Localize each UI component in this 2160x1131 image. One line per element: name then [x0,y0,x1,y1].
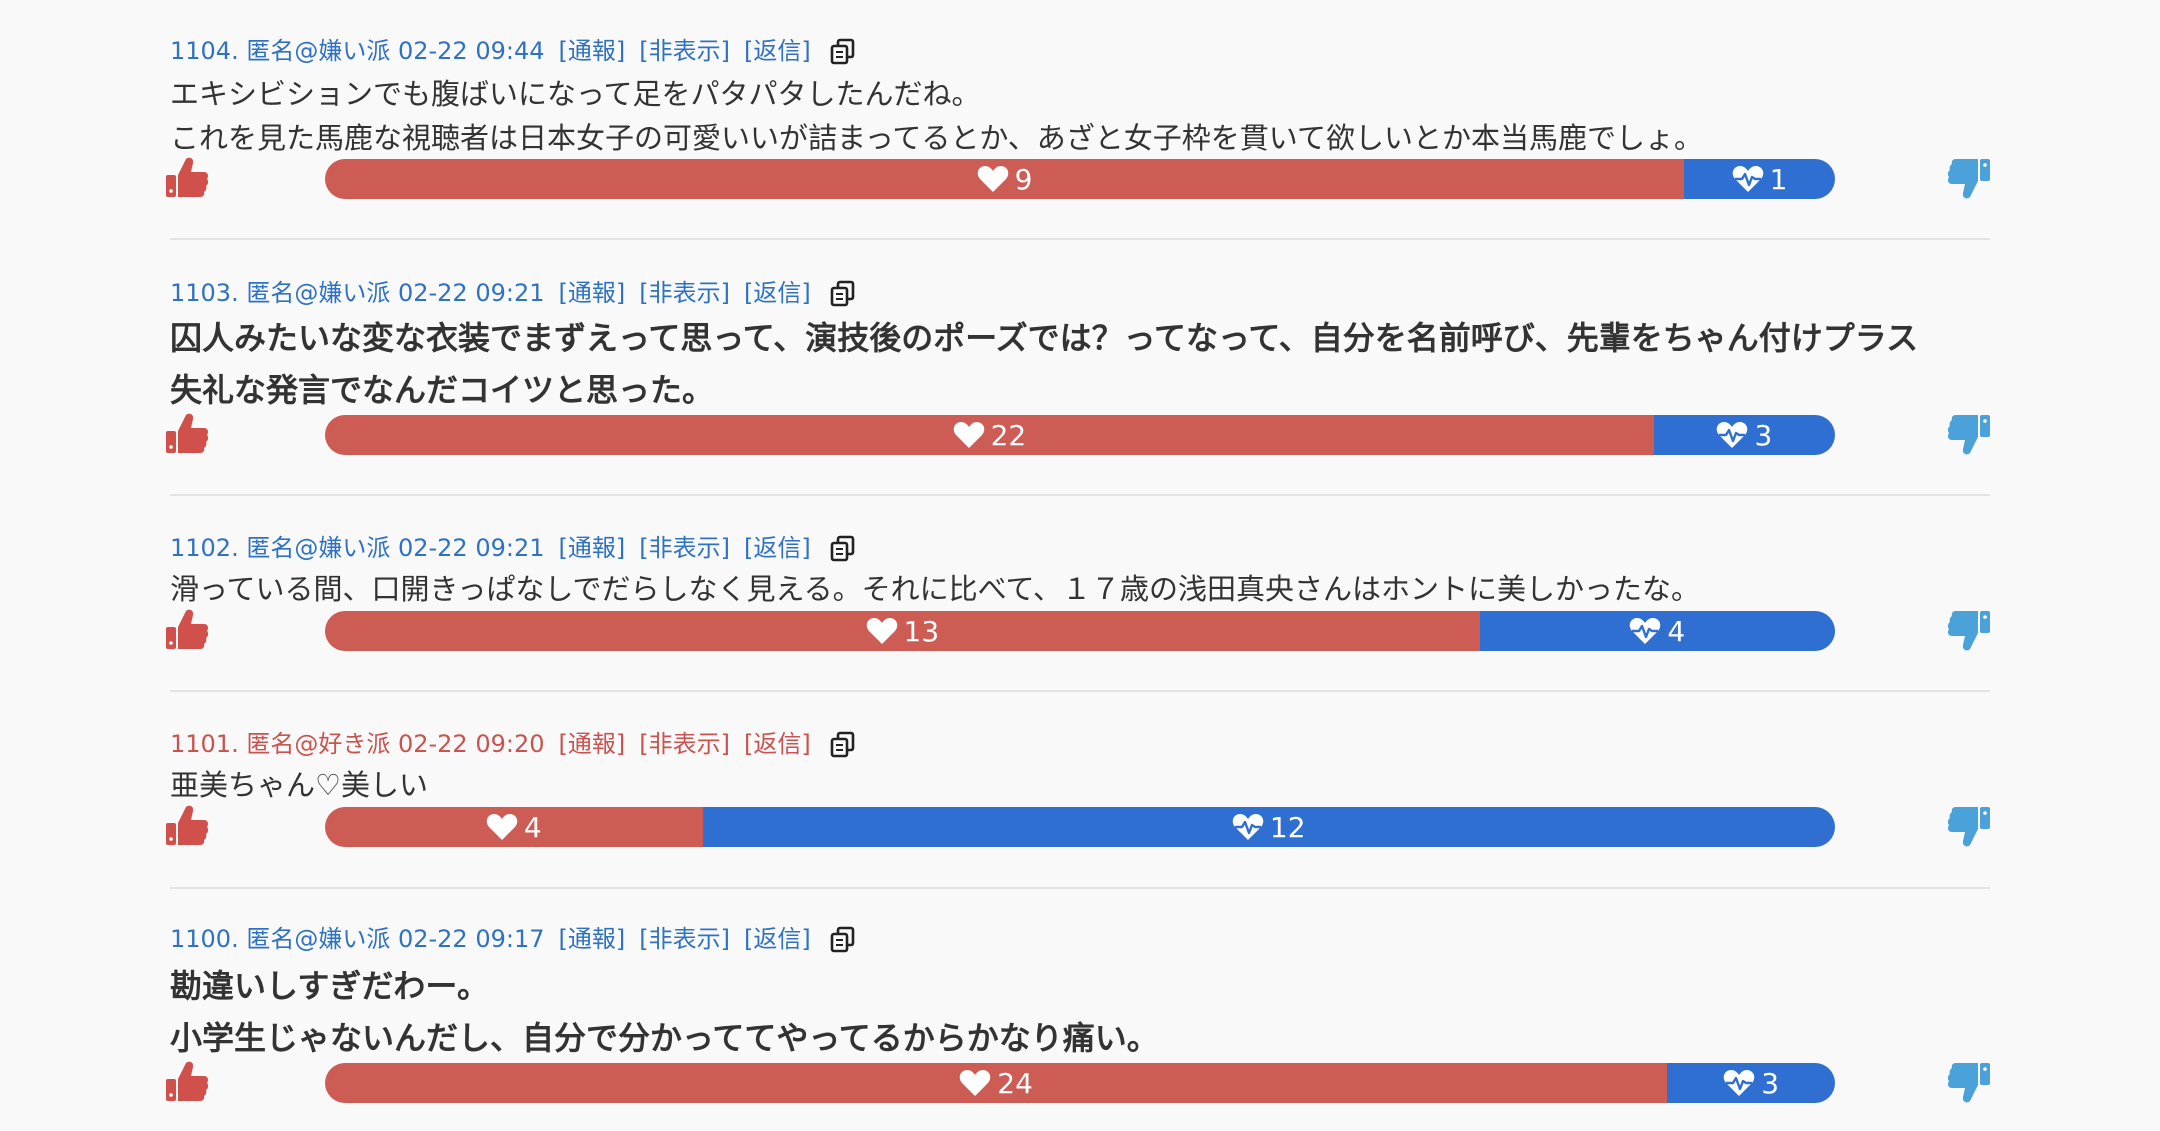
copy-icon[interactable] [829,730,857,758]
reply-link[interactable]: [返信] [744,278,811,308]
post-body-line: これを見た馬鹿な視聴者は日本女子の可愛いいが詰まってるとか、あざと女子枠を貫いて… [170,121,1703,155]
post-list: 1104. 匿名@嫌い派 02-22 09:44 [通報] [非表示] [返信] エキシ… [0,0,2160,1131]
like-count: 4 [523,810,542,844]
report-link[interactable]: [通報] [559,278,626,308]
post-body-line: 囚人みたいな変な衣装でまずえって思って、演技後のポーズでは？ってなって、自分を名… [170,319,1919,357]
copy-icon[interactable] [829,534,857,562]
heart-pulse-icon [1723,1069,1761,1097]
reply-link[interactable]: [返信] [744,36,811,66]
heart-icon [866,617,904,645]
thumbs-up-icon[interactable] [164,411,210,457]
hide-link[interactable]: [非表示] [639,36,730,66]
copy-icon[interactable] [829,37,857,65]
like-segment[interactable]: 4 [325,807,703,847]
dislike-count: 12 [1269,810,1306,844]
vote-bar: 24 3 [325,1063,1835,1103]
post-header: 1100. 匿名@嫌い派 02-22 09:17 [通報] [非表示] [返信] [170,924,857,954]
dislike-segment[interactable]: 12 [702,807,1835,847]
post-body-line: 滑っている間、口開きっぱなしでだらしなく見える。それに比べて、１７歳の浅田真央さ… [170,572,1701,606]
post-body: 囚人みたいな変な衣装でまずえって思って、演技後のポーズでは？ってなって、自分を名… [170,312,2010,416]
copy-icon[interactable] [829,925,857,953]
thumbs-down-icon[interactable] [1946,607,1992,653]
post-body: 勘違いしすぎだわー。小学生じゃないんだし、自分で分かっててやってるからかなり痛い… [170,960,2010,1064]
post-header: 1102. 匿名@嫌い派 02-22 09:21 [通報] [非表示] [返信] [170,533,857,563]
hide-link[interactable]: [非表示] [639,278,730,308]
heart-icon [977,165,1015,193]
thumbs-down-icon[interactable] [1946,1059,1992,1105]
like-segment[interactable]: 9 [325,159,1684,199]
vote-bar: 22 3 [325,415,1835,455]
post-body-line: 失礼な発言でなんだコイツと思った。 [170,371,715,409]
reply-link[interactable]: [返信] [744,729,811,759]
like-segment[interactable]: 24 [325,1063,1668,1103]
report-link[interactable]: [通報] [559,533,626,563]
heart-pulse-icon [1629,617,1667,645]
heart-icon [959,1069,997,1097]
thumbs-up-icon[interactable] [164,607,210,653]
heart-pulse-icon [1232,813,1270,841]
report-link[interactable]: [通報] [559,36,626,66]
thumbs-down-icon[interactable] [1946,411,1992,457]
vote-bar: 13 4 [325,611,1835,651]
dislike-segment[interactable]: 4 [1479,611,1835,651]
post-body-line: 亜美ちゃん♡美しい [170,768,428,802]
like-count: 9 [1014,162,1033,196]
post-divider [170,238,1990,240]
post-body-line: 小学生じゃないんだし、自分で分かっててやってるからかなり痛い。 [170,1019,1159,1057]
post-divider [170,887,1990,889]
post-header: 1104. 匿名@嫌い派 02-22 09:44 [通報] [非表示] [返信] [170,36,857,66]
dislike-count: 3 [1754,418,1773,452]
thumbs-up-icon[interactable] [164,155,210,201]
like-count: 13 [903,614,940,648]
vote-bar: 4 12 [325,807,1835,847]
post-meta: 1103. 匿名@嫌い派 02-22 09:21 [170,279,545,307]
hide-link[interactable]: [非表示] [639,533,730,563]
report-link[interactable]: [通報] [559,729,626,759]
heart-pulse-icon [1716,421,1754,449]
post-divider [170,494,1990,496]
reply-link[interactable]: [返信] [744,533,811,563]
heart-pulse-icon [1732,165,1770,193]
post-header: 1103. 匿名@嫌い派 02-22 09:21 [通報] [非表示] [返信] [170,278,857,308]
post-body-line: エキシビションでも腹ばいになって足をパタパタしたんだね。 [170,77,981,111]
thumbs-down-icon[interactable] [1946,803,1992,849]
like-count: 24 [997,1066,1033,1100]
like-segment[interactable]: 13 [325,611,1480,651]
post-meta: 1100. 匿名@嫌い派 02-22 09:17 [170,925,545,953]
copy-icon[interactable] [829,279,857,307]
heart-icon [953,421,991,449]
post-body: エキシビションでも腹ばいになって足をパタパタしたんだね。これを見た馬鹿な視聴者は… [170,72,2010,160]
reply-link[interactable]: [返信] [744,924,811,954]
hide-link[interactable]: [非表示] [639,924,730,954]
hide-link[interactable]: [非表示] [639,729,730,759]
dislike-count: 4 [1667,614,1686,648]
dislike-segment[interactable]: 3 [1667,1063,1835,1103]
thumbs-up-icon[interactable] [164,803,210,849]
post-header: 1101. 匿名@好き派 02-22 09:20 [通報] [非表示] [返信] [170,729,857,759]
dislike-segment[interactable]: 3 [1653,415,1835,455]
post-divider [170,690,1990,692]
heart-icon [486,813,524,841]
post-body: 亜美ちゃん♡美しい [170,763,2010,807]
post-meta: 1101. 匿名@好き派 02-22 09:20 [170,730,545,758]
dislike-count: 3 [1761,1066,1780,1100]
thumbs-up-icon[interactable] [164,1059,210,1105]
thumbs-down-icon[interactable] [1946,155,1992,201]
post-body: 滑っている間、口開きっぱなしでだらしなく見える。それに比べて、１７歳の浅田真央さ… [170,567,2010,611]
dislike-count: 1 [1769,162,1788,196]
post-meta: 1102. 匿名@嫌い派 02-22 09:21 [170,534,545,562]
post-meta: 1104. 匿名@嫌い派 02-22 09:44 [170,37,545,65]
dislike-segment[interactable]: 1 [1684,159,1835,199]
like-count: 22 [990,418,1027,452]
vote-bar: 91 [325,159,1835,199]
report-link[interactable]: [通報] [559,924,626,954]
like-segment[interactable]: 22 [325,415,1654,455]
post-body-line: 勘違いしすぎだわー。 [170,967,490,1005]
